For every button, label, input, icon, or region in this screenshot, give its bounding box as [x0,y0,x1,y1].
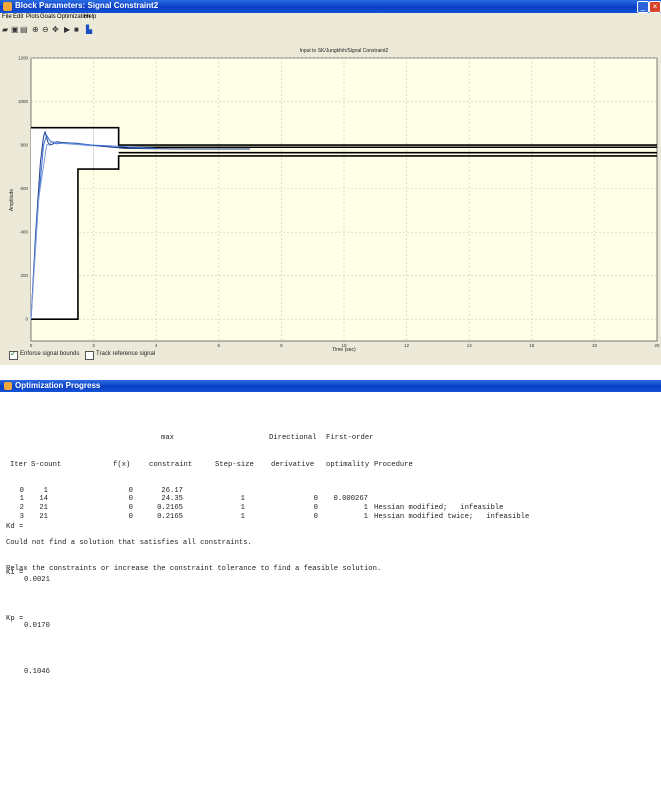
x-tick-label: 6 [218,343,221,348]
y-axis-label: Amplitude [9,189,15,211]
y-tick-label: 1200 [18,56,29,61]
table-cell: 0.000267 [333,495,368,504]
header-cell: First-order [326,434,374,443]
table-cell: 26.17 [161,486,183,495]
table-cell: Hessian modified twice; infeasible [374,512,530,521]
result-value: 0.0021 [24,575,50,584]
x-axis-label: Time (sec) [332,347,356,353]
table-cell: 0 [128,495,133,504]
table-cell: 0 [128,486,133,495]
table-cell: 1 [43,486,48,495]
table-cell: 14 [39,495,48,504]
header-cell: max [161,434,174,443]
x-tick-label: 8 [280,343,283,348]
x-tick-label: 18 [592,343,598,348]
app-icon [4,382,12,390]
signal-constraint-plot[interactable]: 0 2 4 6 8 10 12 14 16 18 20 020040060080010001200 … [0,0,661,365]
y-tick-label: 800 [20,143,28,148]
table-cell: 0 [313,503,318,512]
track-reference-label: Track reference signal [96,351,156,357]
table-cell: 0 [313,495,318,504]
table-cell: 1 [240,495,245,504]
track-reference-checkbox[interactable] [85,351,94,360]
y-tick-label: 400 [20,230,28,235]
x-tick-label: 12 [404,343,410,348]
result-value: 0.1046 [24,667,50,676]
table-header-1: max Directional First-order [6,434,373,443]
enforce-bounds-label: Enforce signal bounds [20,351,80,357]
header-cell: f(x) [113,460,131,469]
x-tick-label: 2 [92,343,95,348]
table-cell: 1 [363,512,368,521]
header-cell: optimality [326,460,370,469]
chart-title: Input to SK/Jungkfoh/Signal Constraint2 [300,48,389,54]
result-name: Ki = [6,569,24,578]
x-tick-label: 0 [30,343,33,348]
x-tick-label: 16 [529,343,535,348]
result-kp: Kp = 0.1046 [6,598,50,694]
table-cell: 0 [313,512,318,521]
table-row: 0 1 0 26.17 [6,486,183,496]
result-name: Kd = [6,523,24,532]
x-tick-label: 20 [654,343,660,348]
header-cell: derivative [271,460,315,469]
table-cell: 1 [240,503,245,512]
header-cell: constraint [149,460,193,469]
table-cell: 24.35 [161,495,183,504]
x-tick-label: 4 [155,343,158,348]
header-cell: Directional [269,434,317,443]
header-cell: Step-size [215,460,254,469]
table-cell: 1 [19,495,24,504]
block-parameters-window: Block Parameters: Signal Constraint2 _ ×… [0,0,661,365]
window-title: Optimization Progress [15,381,101,390]
table-cell: 0 [19,486,24,495]
enforce-bounds-checkbox[interactable] [9,349,18,360]
table-header-2: Iter S-count f(x) constraint Step-size d… [6,460,413,470]
y-tick-label: 0 [25,317,28,322]
result-name: Kp = [6,615,24,624]
table-cell: 1 [240,512,245,521]
table-cell: 0 [128,503,133,512]
result-value: 0.0170 [24,621,50,630]
table-row: 1 14 0 24.35 1 0 0.000267 [6,495,368,504]
x-tick-label: 14 [467,343,473,348]
y-tick-label: 200 [20,273,28,278]
table-cell: 0 [128,512,133,521]
title-bar[interactable]: Optimization Progress [0,380,661,392]
y-axis: 0 200 400 600 800 1000 1200 [18,56,29,322]
table-cell: 0.2165 [157,512,183,521]
table-cell: 21 [39,512,48,521]
table-cell: 1 [363,503,368,512]
header-cell: Procedure [374,460,413,469]
optimization-progress-window: Optimization Progress max Directional Fi… [0,380,661,809]
table-cell: 21 [39,503,48,512]
table-cell: 0.2165 [157,503,183,512]
y-tick-label: 1000 [18,99,29,104]
header-cell: S-count [31,460,62,469]
table-cell: Hessian modified; infeasible [374,503,504,512]
header-cell: Iter [10,460,28,469]
y-tick-label: 600 [20,186,28,191]
